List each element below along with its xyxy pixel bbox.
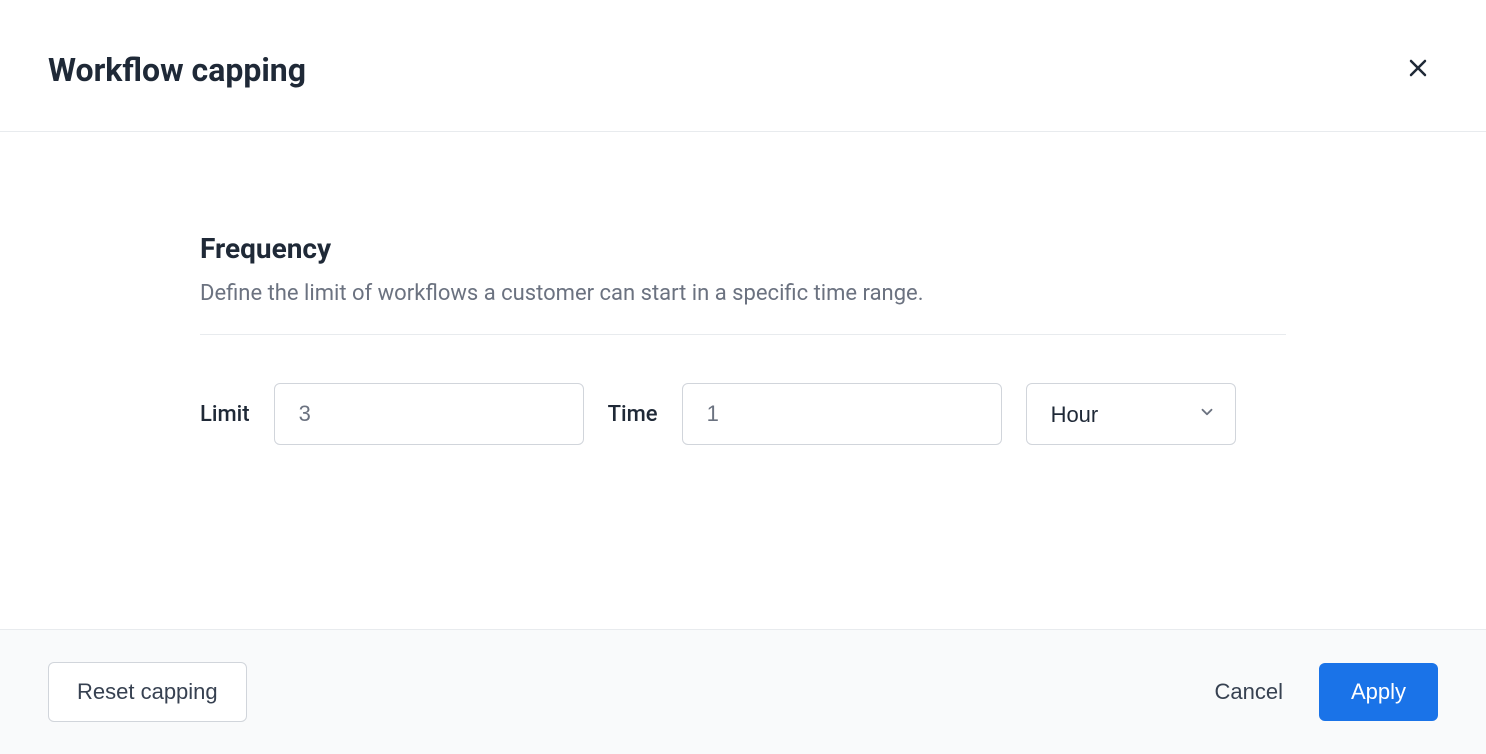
time-unit-select[interactable]: Hour: [1026, 383, 1236, 445]
cancel-button[interactable]: Cancel: [1214, 663, 1282, 721]
limit-label: Limit: [200, 402, 250, 427]
reset-capping-button[interactable]: Reset capping: [48, 662, 247, 722]
modal-title: Workflow capping: [48, 51, 306, 89]
modal-footer: Reset capping Cancel Apply: [0, 629, 1486, 754]
frequency-form-row: Limit Time Hour: [200, 383, 1286, 445]
time-unit-select-wrapper: Hour: [1026, 383, 1236, 445]
time-input[interactable]: [682, 383, 1002, 445]
limit-input[interactable]: [274, 383, 584, 445]
modal-body: Frequency Define the limit of workflows …: [0, 132, 1486, 629]
time-label: Time: [608, 402, 658, 427]
footer-actions: Cancel Apply: [1214, 663, 1438, 721]
close-icon: [1406, 56, 1430, 83]
close-button[interactable]: [1398, 48, 1438, 91]
frequency-section-description: Define the limit of workflows a customer…: [200, 281, 1286, 306]
modal-header: Workflow capping: [0, 0, 1486, 132]
section-divider: [200, 334, 1286, 335]
apply-button[interactable]: Apply: [1319, 663, 1438, 721]
frequency-section-title: Frequency: [200, 232, 1286, 265]
